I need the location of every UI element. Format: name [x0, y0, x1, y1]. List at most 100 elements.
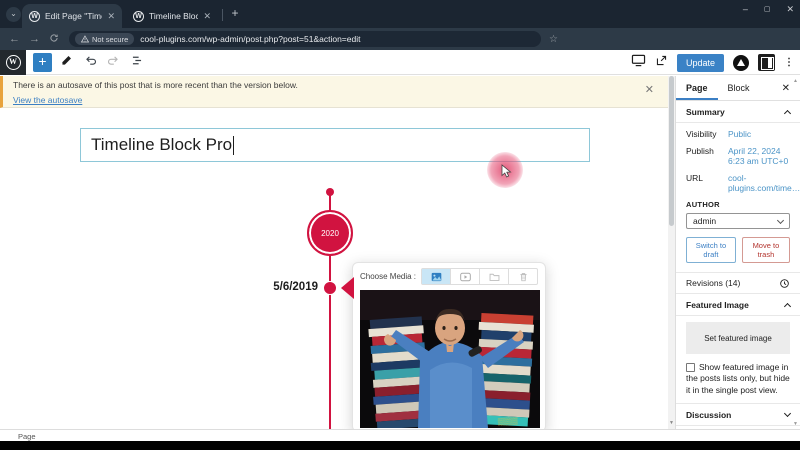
sidebar-scroll-down-icon[interactable]: ▼: [793, 421, 798, 427]
tab-title: Timeline Block Pro - Cool Plu: [149, 11, 198, 21]
browser-window: ⌄ W Edit Page "Timeline Block Pro" ✕ W T…: [0, 0, 800, 450]
visibility-value-link[interactable]: Public: [728, 129, 751, 139]
summary-title: Summary: [686, 107, 725, 117]
wordpress-logo[interactable]: W: [0, 50, 26, 75]
scrollbar-down-icon[interactable]: ▼: [668, 420, 675, 426]
summary-section-header[interactable]: Summary: [676, 101, 800, 123]
remove-media-button[interactable]: [509, 269, 537, 284]
chevron-down-icon: [784, 410, 791, 417]
view-page-external-icon[interactable]: [655, 54, 668, 72]
chevron-up-icon: [784, 109, 791, 116]
url-label: URL: [686, 173, 728, 193]
tab-close-icon[interactable]: ✕: [203, 11, 211, 22]
visibility-label: Visibility: [686, 129, 728, 139]
settings-panel-toggle[interactable]: [758, 54, 775, 71]
notice-close-icon[interactable]: ✕: [645, 83, 654, 96]
chevron-up-icon: [784, 302, 791, 309]
update-button[interactable]: Update: [677, 54, 724, 72]
url-bar[interactable]: Not secure cool-plugins.com/wp-admin/pos…: [69, 31, 541, 47]
tab-close-icon[interactable]: ✕: [107, 11, 115, 22]
cursor-highlight: [487, 152, 523, 188]
checkbox[interactable]: [686, 363, 695, 372]
sidebar-close-icon[interactable]: ✕: [782, 83, 790, 94]
close-button[interactable]: ✕: [786, 4, 794, 16]
choose-media-header: Choose Media :: [353, 263, 545, 288]
browser-tab-inactive[interactable]: W Timeline Block Pro - Cool Plu ✕: [126, 4, 218, 28]
new-tab-button[interactable]: +: [228, 7, 242, 21]
switch-to-draft-button[interactable]: Switch to draft: [686, 237, 736, 263]
window-controls: – ▢ ✕: [743, 4, 794, 16]
move-to-trash-button[interactable]: Move to trash: [742, 237, 790, 263]
popup-arrow: [341, 277, 354, 299]
editor-toolbar-right: Update ⋮: [631, 50, 794, 75]
publish-value-link[interactable]: April 22, 2024 6:23 am UTC+0: [728, 146, 790, 166]
history-icon: [779, 278, 790, 289]
featured-image-title: Featured Image: [686, 300, 749, 310]
url-value-link[interactable]: cool-plugins.com/time…: [728, 173, 800, 193]
minimize-button[interactable]: –: [743, 4, 748, 16]
featured-image-section-header[interactable]: Featured Image: [676, 294, 800, 316]
featured-image-checkbox-row: Show featured image in the posts lists o…: [676, 360, 800, 404]
editor-toolbar: W + Update ⋮: [0, 50, 800, 75]
media-photo[interactable]: ▒▒▒▒: [360, 290, 540, 428]
url-row: URL cool-plugins.com/time…: [686, 173, 790, 193]
maximize-button[interactable]: ▢: [764, 4, 771, 16]
tab-block[interactable]: Block: [718, 76, 760, 100]
undo-icon[interactable]: [84, 54, 100, 70]
svg-text:▒▒▒▒: ▒▒▒▒: [498, 417, 518, 426]
scrollbar-thumb[interactable]: [669, 76, 674, 226]
video-media-button[interactable]: [451, 269, 480, 284]
browser-tab-active[interactable]: W Edit Page "Timeline Block Pro" ✕: [22, 4, 122, 28]
letterbox-bar: [0, 441, 800, 450]
video-icon: [460, 272, 471, 282]
author-select-value: admin: [693, 216, 716, 226]
timeline-year-badge[interactable]: 2020: [307, 210, 353, 256]
tab-separator: [222, 9, 223, 21]
editor-canvas: Timeline Block Pro 2020 5/6/2019 Choose …: [0, 108, 668, 429]
warning-icon: [81, 35, 89, 43]
publish-row: Publish April 22, 2024 6:23 am UTC+0: [686, 146, 790, 166]
forward-icon[interactable]: →: [29, 33, 40, 45]
image-media-button[interactable]: [422, 269, 451, 284]
list-view-icon[interactable]: [130, 54, 146, 70]
mouse-cursor-icon: [501, 164, 512, 178]
block-inserter-button[interactable]: +: [33, 53, 52, 72]
timeline-date-dot[interactable]: [323, 281, 337, 295]
bookmark-star-icon[interactable]: ☆: [549, 34, 558, 45]
security-badge[interactable]: Not secure: [75, 33, 134, 45]
folder-media-button[interactable]: [480, 269, 509, 284]
set-featured-image-button[interactable]: Set featured image: [686, 322, 790, 354]
content-scrollbar[interactable]: ▼: [668, 76, 675, 429]
tab-title: Edit Page "Timeline Block Pro": [45, 11, 102, 21]
plugin-icon[interactable]: [733, 55, 749, 71]
view-autosave-link[interactable]: View the autosave: [13, 95, 82, 105]
discussion-title: Discussion: [686, 410, 731, 420]
settings-sidebar: ▲ ▼ Page Block ✕ Summary Visibility Publ…: [675, 76, 800, 429]
image-icon: [431, 272, 442, 282]
browser-addressbar: ← → Not secure cool-plugins.com/wp-admin…: [0, 28, 800, 50]
visibility-row: Visibility Public: [686, 129, 790, 139]
edit-tool-icon[interactable]: [60, 54, 76, 70]
timeline-start-dot: [326, 188, 334, 196]
revisions-row[interactable]: Revisions (14): [676, 272, 800, 294]
notice-text: There is an autosave of this post that i…: [13, 80, 658, 90]
media-type-segmented-control: [421, 268, 538, 285]
back-icon[interactable]: ←: [9, 33, 20, 45]
author-select[interactable]: admin: [686, 213, 790, 229]
timeline-date-label[interactable]: 5/6/2019: [228, 281, 318, 293]
discussion-section-header[interactable]: Discussion: [676, 404, 800, 426]
preview-desktop-icon[interactable]: [631, 54, 646, 72]
reload-icon[interactable]: [49, 33, 59, 46]
redo-icon[interactable]: [106, 54, 122, 70]
revisions-label: Revisions (14): [686, 278, 740, 288]
checkbox-label: Show featured image in the posts lists o…: [686, 362, 790, 395]
sidebar-tabs: Page Block ✕: [676, 76, 800, 101]
tab-search-icon[interactable]: ⌄: [6, 7, 21, 22]
breadcrumb: Page: [18, 432, 36, 441]
editor-options-icon[interactable]: ⋮: [784, 57, 794, 68]
publish-label: Publish: [686, 146, 728, 166]
chevron-down-icon: [777, 216, 784, 223]
choose-media-popup: Choose Media :: [352, 262, 546, 429]
tab-page[interactable]: Page: [676, 76, 718, 100]
author-label: AUTHOR: [686, 200, 790, 209]
